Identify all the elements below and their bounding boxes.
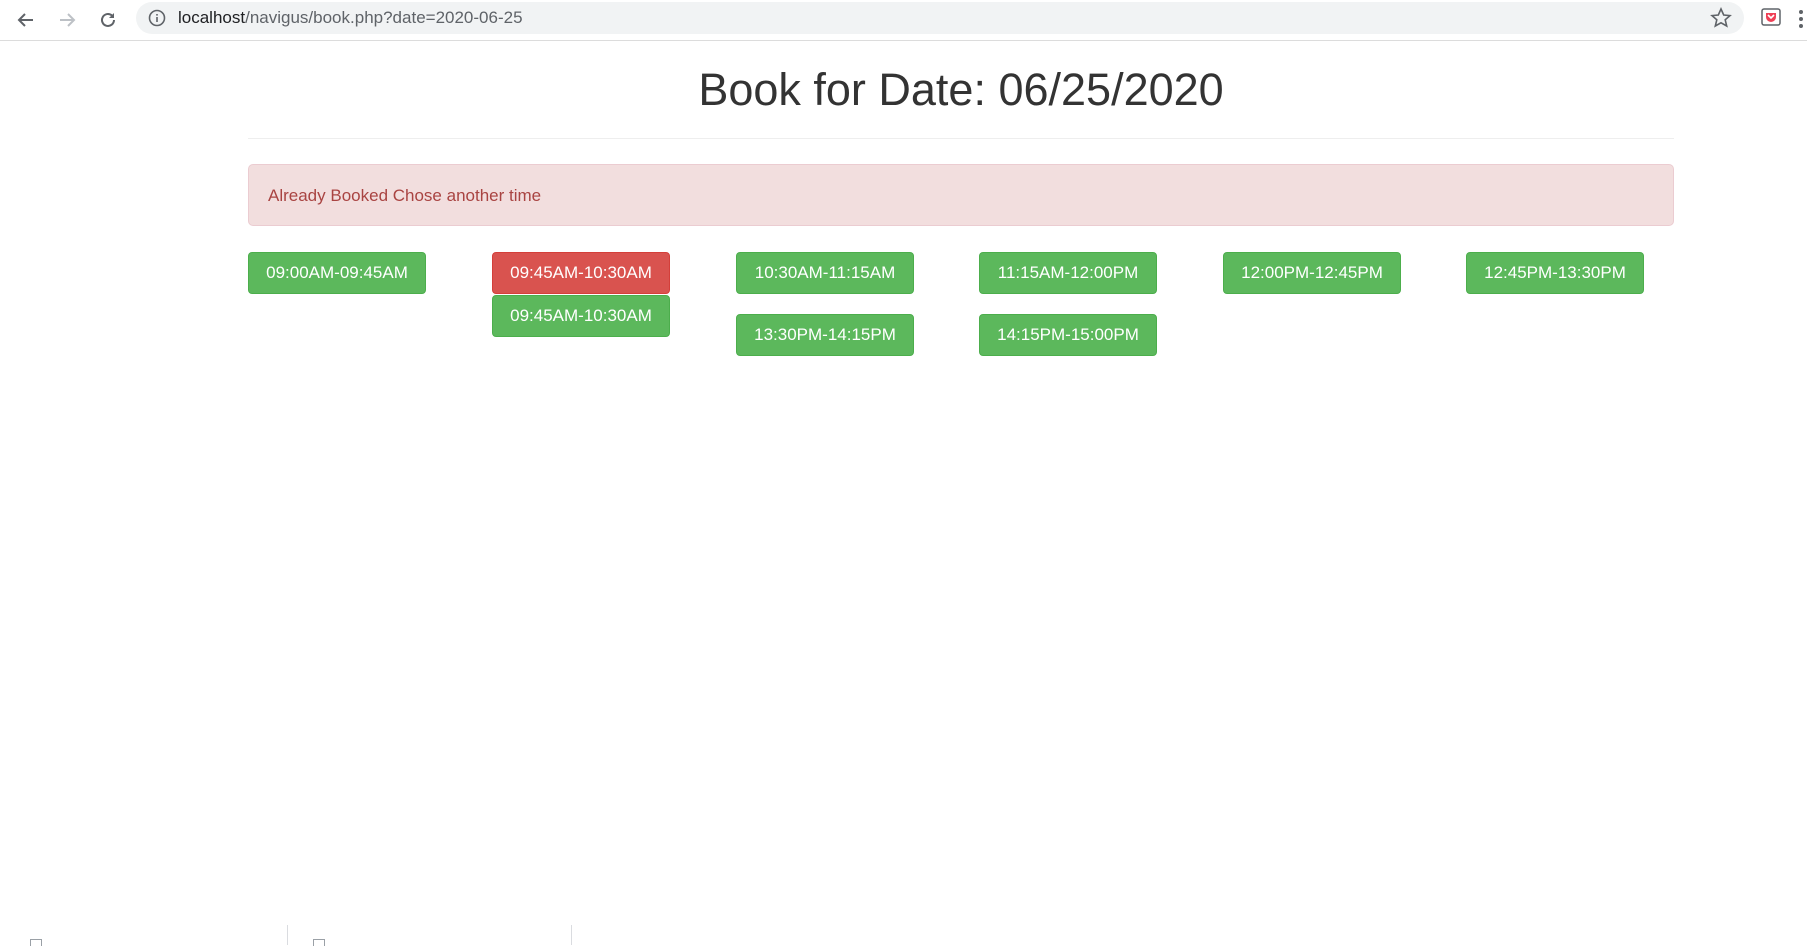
info-icon[interactable] — [148, 9, 166, 27]
url-host: localhost — [178, 8, 246, 27]
slot-button-booked[interactable]: 09:45AM-10:30AM — [492, 252, 670, 294]
url-text[interactable]: localhost/navigus/book.php?date=2020-06-… — [178, 8, 523, 28]
menu-dots-icon[interactable] — [1797, 8, 1805, 30]
time-slots: 09:00AM-09:45AM 09:45AM-10:30AM 09:45AM-… — [248, 252, 1674, 372]
slot-button[interactable]: 14:15PM-15:00PM — [979, 314, 1157, 356]
forward-button[interactable] — [51, 4, 83, 36]
main-container: Book for Date: 06/25/2020 Already Booked… — [248, 40, 1674, 372]
slot-button[interactable]: 12:00PM-12:45PM — [1223, 252, 1401, 294]
booking-alert: Already Booked Chose another time — [248, 164, 1674, 226]
download-bar — [0, 925, 1807, 946]
download-separator — [571, 925, 572, 945]
download-separator — [287, 925, 288, 945]
forward-arrow-icon — [60, 13, 76, 27]
slot-button[interactable]: 12:45PM-13:30PM — [1466, 252, 1644, 294]
back-button[interactable] — [10, 4, 42, 36]
bookmark-star-icon[interactable] — [1710, 7, 1732, 29]
reload-icon — [101, 12, 115, 27]
url-path: /navigus/book.php?date=2020-06-25 — [245, 8, 523, 27]
title-divider — [248, 138, 1674, 139]
pocket-extension-icon[interactable] — [1760, 6, 1782, 28]
reload-button[interactable] — [92, 4, 124, 36]
page-title: Book for Date: 06/25/2020 — [698, 64, 1224, 115]
slot-button[interactable]: 13:30PM-14:15PM — [736, 314, 914, 356]
slot-button[interactable]: 09:45AM-10:30AM — [492, 295, 670, 337]
back-arrow-icon — [17, 13, 33, 27]
slot-button[interactable]: 11:15AM-12:00PM — [979, 252, 1157, 294]
slot-button[interactable]: 09:00AM-09:45AM — [248, 252, 426, 294]
slot-button[interactable]: 10:30AM-11:15AM — [736, 252, 914, 294]
browser-toolbar: localhost/navigus/book.php?date=2020-06-… — [0, 0, 1807, 41]
address-bar[interactable]: localhost/navigus/book.php?date=2020-06-… — [136, 2, 1744, 34]
